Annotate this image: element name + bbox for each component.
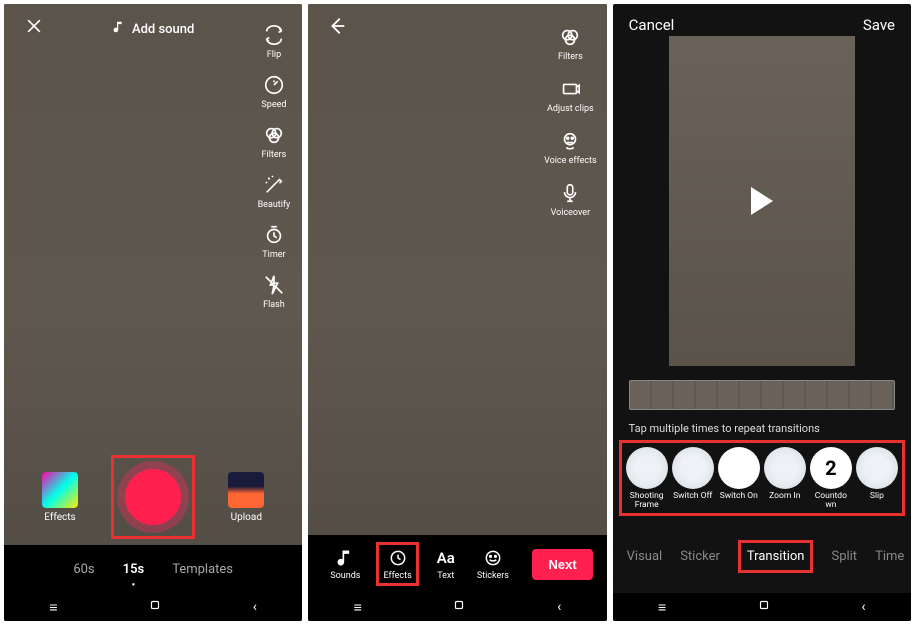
timeline-scrubber[interactable] (629, 380, 895, 410)
music-icon (112, 20, 126, 38)
tab-sticker[interactable]: Sticker (680, 543, 720, 570)
tab-transition[interactable]: Transition (738, 540, 814, 573)
record-icon (125, 469, 181, 525)
transition-countdown[interactable]: 2 Countdo wn (810, 447, 852, 511)
cancel-button[interactable]: Cancel (629, 16, 675, 34)
save-button[interactable]: Save (863, 16, 895, 34)
bottom-toolbar: Sounds Effects Aa Text Stickers Next (308, 535, 606, 593)
beautify-icon (261, 172, 287, 198)
transition-switch-off[interactable]: Switch Off (672, 447, 714, 511)
text-icon: Aa (437, 547, 455, 569)
highlight-record (111, 455, 195, 539)
nav-recent-icon[interactable]: ≡ (49, 599, 57, 616)
nav-recent-icon[interactable]: ≡ (658, 599, 666, 616)
back-icon[interactable] (326, 15, 348, 43)
tool-voiceover[interactable]: Voiceover (551, 180, 591, 218)
filters-icon (261, 122, 287, 148)
android-nav-bar: ≡ ‹ (4, 593, 302, 621)
tab-visual[interactable]: Visual (627, 543, 663, 570)
tool-beautify[interactable]: Beautify (258, 172, 291, 210)
transition-shooting-frame[interactable]: Shooting Frame (626, 447, 668, 511)
adjust-clips-icon (557, 76, 583, 102)
transition-thumb (718, 447, 760, 489)
transition-slip[interactable]: Slip (856, 447, 898, 511)
nav-back-icon[interactable]: ‹ (557, 599, 561, 615)
hint-text: Tap multiple times to repeat transitions (629, 422, 820, 435)
music-icon (335, 547, 355, 569)
transition-thumb: 2 (810, 447, 852, 489)
flash-icon (261, 272, 287, 298)
tool-flash[interactable]: Flash (261, 272, 287, 310)
nav-home-icon[interactable] (757, 598, 771, 616)
screen-edit: Filters Adjust clips Voice effects Voice… (308, 4, 606, 621)
duration-15s[interactable]: 15s (123, 562, 145, 577)
transition-thumb (672, 447, 714, 489)
record-row: Effects Upload (4, 455, 302, 539)
next-button[interactable]: Next (532, 549, 592, 580)
record-button[interactable] (117, 461, 189, 533)
upload-button[interactable]: Upload (228, 472, 264, 523)
close-icon[interactable] (24, 16, 44, 42)
transition-zoom-in[interactable]: Zoom In (764, 447, 806, 511)
tool-speed[interactable]: Speed (261, 72, 287, 110)
tool-stickers[interactable]: Stickers (477, 547, 509, 581)
effects-icon (388, 547, 408, 569)
voice-effects-icon (557, 128, 583, 154)
nav-back-icon[interactable]: ‹ (253, 599, 257, 615)
speed-icon (261, 72, 287, 98)
tool-text[interactable]: Aa Text (437, 547, 455, 581)
tool-adjust-clips[interactable]: Adjust clips (547, 76, 594, 114)
timer-icon (261, 222, 287, 248)
stickers-icon (483, 547, 503, 569)
transition-thumb (626, 447, 668, 489)
tool-filters[interactable]: Filters (557, 24, 583, 62)
add-sound-button[interactable]: Add sound (112, 20, 194, 38)
play-icon (751, 187, 773, 215)
category-tabs: Visual Sticker Transition Split Time (613, 540, 911, 573)
screen-transitions: Cancel Save Tap multiple times to repeat… (613, 4, 911, 621)
duration-templates[interactable]: Templates (172, 562, 233, 577)
android-nav-bar: ≡ ‹ (613, 593, 911, 621)
tool-sounds[interactable]: Sounds (330, 547, 360, 581)
video-preview[interactable] (669, 36, 855, 366)
tool-filters[interactable]: Filters (261, 122, 287, 160)
side-tool-rail: Flip Speed Filters Beautify Timer Flash (258, 22, 291, 310)
duration-60s[interactable]: 60s (73, 562, 94, 577)
highlight-effects: Effects (376, 542, 418, 586)
android-nav-bar: ≡ ‹ (308, 593, 606, 621)
screen-record: Add sound Flip Speed Filters Beautify Ti… (4, 4, 302, 621)
tab-split[interactable]: Split (831, 543, 857, 570)
tool-effects[interactable]: Effects (383, 547, 411, 581)
effects-thumbnail (42, 472, 78, 508)
tool-timer[interactable]: Timer (261, 222, 287, 260)
transition-switch-on[interactable]: Switch On (718, 447, 760, 511)
transition-thumb (764, 447, 806, 489)
tab-time[interactable]: Time (875, 543, 904, 570)
tool-flip[interactable]: Flip (261, 22, 287, 60)
nav-home-icon[interactable] (148, 598, 162, 616)
upload-thumbnail (228, 472, 264, 508)
effects-button[interactable]: Effects (42, 472, 78, 523)
nav-home-icon[interactable] (452, 598, 466, 616)
duration-tabs: 60s 15s Templates (4, 545, 302, 593)
add-sound-label: Add sound (132, 22, 194, 37)
nav-back-icon[interactable]: ‹ (861, 599, 865, 615)
highlight-transitions-row: Shooting Frame Switch Off Switch On Zoom… (619, 440, 905, 516)
tool-voice-effects[interactable]: Voice effects (544, 128, 597, 166)
flip-icon (261, 22, 287, 48)
nav-recent-icon[interactable]: ≡ (354, 599, 362, 616)
transition-thumb (856, 447, 898, 489)
side-tool-rail: Filters Adjust clips Voice effects Voice… (544, 24, 597, 218)
filters-icon (557, 24, 583, 50)
mic-icon (557, 180, 583, 206)
